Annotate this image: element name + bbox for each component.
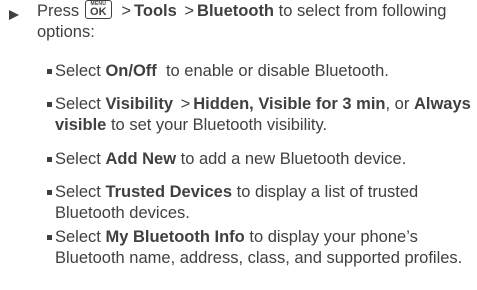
bullet-icon	[47, 190, 52, 195]
option-text: Select Visibility > Hidden, Visible for 3…	[55, 94, 475, 136]
option-post: to enable or disable Bluetooth.	[165, 62, 389, 80]
option-text: Select On/Off to enable or disable Bluet…	[55, 61, 475, 82]
menu-ok-key-icon: MENU OK	[84, 0, 112, 19]
key-main-label: OK	[90, 6, 107, 18]
separator: >	[121, 2, 132, 20]
option-text: Select My Bluetooth Info to display your…	[55, 227, 475, 269]
bullet-icon	[47, 157, 52, 162]
separator: >	[184, 2, 195, 20]
bullet-icon	[47, 102, 52, 107]
option-name: On/Off	[105, 62, 157, 80]
option-name: Visibility	[105, 95, 174, 113]
option-post: to set your Bluetooth visibility.	[110, 116, 328, 134]
separator: >	[180, 95, 191, 113]
option-pre: Select	[55, 228, 101, 246]
option-hidden: Hidden,	[193, 95, 254, 113]
menu-tools: Tools	[134, 2, 177, 20]
option-post: to add a new Bluetooth device.	[180, 150, 407, 168]
option-pre: Select	[55, 62, 101, 80]
option-name: My Bluetooth Info	[105, 228, 245, 246]
bullet-icon	[47, 235, 52, 240]
option-name: Trusted Devices	[105, 183, 233, 201]
option-pre: Select	[55, 183, 101, 201]
option-or: , or	[385, 95, 410, 113]
option-text: Select Trusted Devices to display a list…	[55, 182, 475, 224]
option-visible-3min: Visible for 3 min	[258, 95, 386, 113]
step-arrow-icon	[9, 10, 19, 20]
option-text: Select Add New to add a new Bluetooth de…	[55, 149, 475, 170]
instruction-pre: Press	[37, 2, 80, 20]
option-pre: Select	[55, 150, 101, 168]
manual-page: Press MENU OK > Tools > Bluetooth to select…	[0, 0, 477, 290]
option-name: Add New	[105, 150, 177, 168]
option-pre: Select	[55, 95, 101, 113]
menu-bluetooth: Bluetooth	[197, 2, 275, 20]
bullet-icon	[47, 69, 52, 74]
instruction-text: Press MENU OK > Tools > Bluetooth to select…	[37, 0, 472, 43]
